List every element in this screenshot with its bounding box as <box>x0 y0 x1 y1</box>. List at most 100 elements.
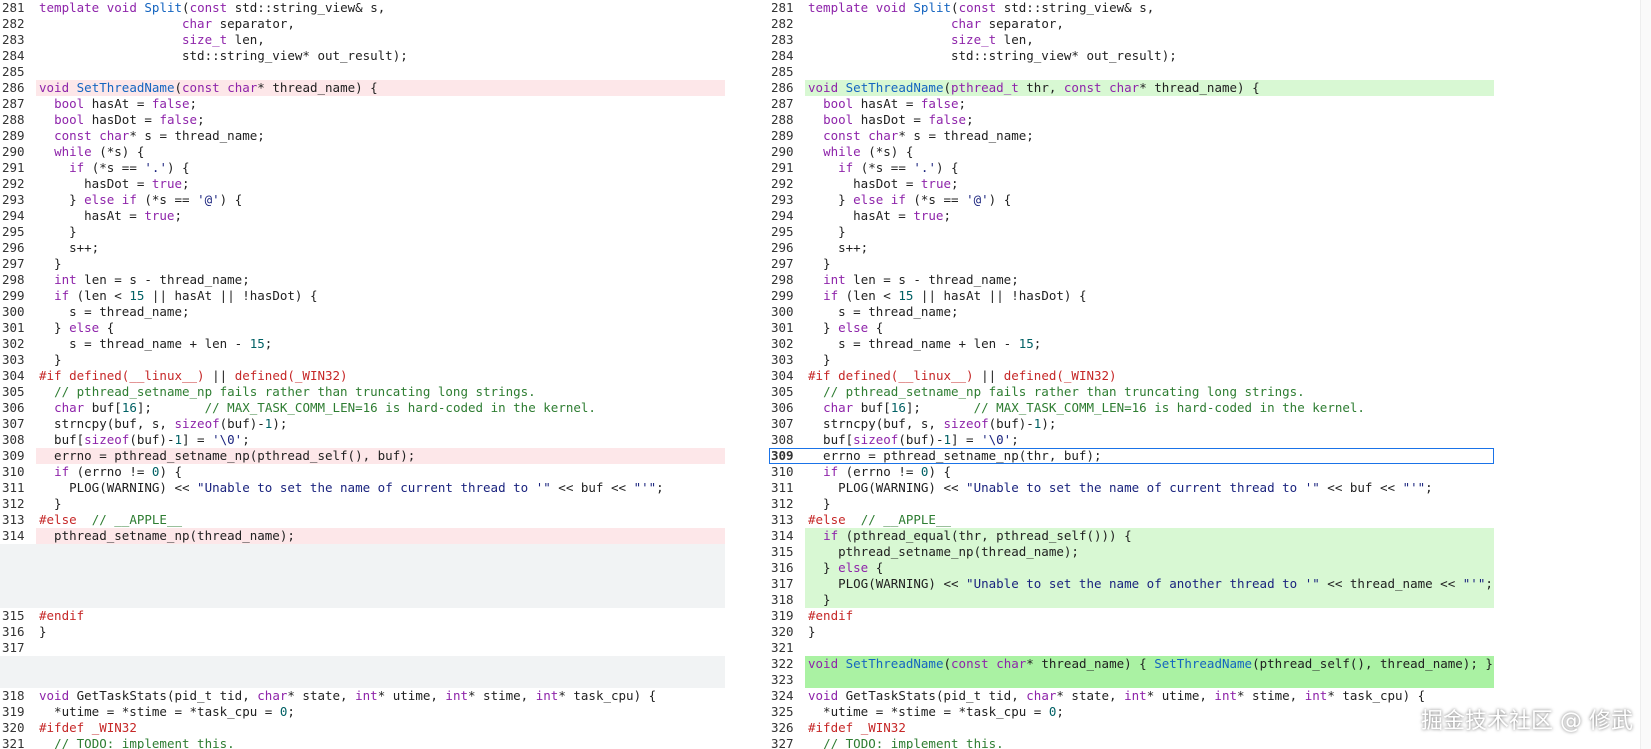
code-line[interactable]: 314 if (pthread_equal(thr, pthread_self(… <box>769 528 1494 544</box>
code-line[interactable]: 284 std::string_view* out_result); <box>769 48 1494 64</box>
code-line[interactable]: 295 } <box>0 224 725 240</box>
code-line[interactable]: 301 } else { <box>769 320 1494 336</box>
code-line[interactable]: 281 template void Split(const std::string… <box>769 0 1494 16</box>
code-line[interactable]: 312 } <box>769 496 1494 512</box>
code-line[interactable]: 302 s = thread_name + len - 15; <box>769 336 1494 352</box>
code-line[interactable]: 294 hasAt = true; <box>769 208 1494 224</box>
code-line[interactable]: 291 if (*s == '.') { <box>0 160 725 176</box>
code-line[interactable]: 309 errno = pthread_setname_np(thr, buf)… <box>769 448 1494 464</box>
code-line[interactable]: 317 <box>0 640 725 656</box>
code-line[interactable]: 321 <box>769 640 1494 656</box>
code-line[interactable]: 315 pthread_setname_np(thread_name); <box>769 544 1494 560</box>
code-line[interactable]: 282 char separator, <box>769 16 1494 32</box>
code-line[interactable]: 300 s = thread_name; <box>769 304 1494 320</box>
code-line[interactable]: 323 <box>769 672 1494 688</box>
code-line[interactable]: 290 while (*s) { <box>769 144 1494 160</box>
code-line[interactable]: 293 } else if (*s == '@') { <box>769 192 1494 208</box>
code-line[interactable]: 294 hasAt = true; <box>0 208 725 224</box>
line-number: 292 <box>771 176 794 191</box>
code-line[interactable]: 307 strncpy(buf, s, sizeof(buf)-1); <box>769 416 1494 432</box>
code-line[interactable]: 320} <box>769 624 1494 640</box>
code-line[interactable]: 310 if (errno != 0) { <box>769 464 1494 480</box>
code-line[interactable]: 285 <box>0 64 725 80</box>
code-line[interactable]: 306 char buf[16]; // MAX_TASK_COMM_LEN=1… <box>769 400 1494 416</box>
code-line[interactable]: 310 if (errno != 0) { <box>0 464 725 480</box>
code-line[interactable]: 295 } <box>769 224 1494 240</box>
code-line[interactable]: 322 void SetThreadName(const char* thread… <box>769 656 1494 672</box>
code-line[interactable]: 314 pthread_setname_np(thread_name); <box>0 528 725 544</box>
code-line[interactable]: 304 #if defined(__linux__) || defined(_WI… <box>769 368 1494 384</box>
code-line[interactable]: 319 #endif <box>769 608 1494 624</box>
code-line[interactable]: 303 } <box>0 352 725 368</box>
code-line[interactable]: 318 void GetTaskStats(pid_t tid, char* st… <box>0 688 725 704</box>
diff-right-pane[interactable]: 281 template void Split(const std::string… <box>769 0 1494 749</box>
code-line[interactable]: 309 errno = pthread_setname_np(pthread_s… <box>0 448 725 464</box>
code-line[interactable] <box>0 544 725 560</box>
code-line[interactable]: 319 *utime = *stime = *task_cpu = 0; <box>0 704 725 720</box>
code-line[interactable]: 303 } <box>769 352 1494 368</box>
code-line[interactable]: 318 } <box>769 592 1494 608</box>
code-line[interactable]: 281 template void Split(const std::string… <box>0 0 725 16</box>
code-line[interactable]: 288 bool hasDot = false; <box>769 112 1494 128</box>
code-line[interactable]: 308 buf[sizeof(buf)-1] = '\0'; <box>0 432 725 448</box>
code-line[interactable]: 311 PLOG(WARNING) << "Unable to set the … <box>0 480 725 496</box>
code-line[interactable]: 311 PLOG(WARNING) << "Unable to set the … <box>769 480 1494 496</box>
code-line[interactable]: 288 bool hasDot = false; <box>0 112 725 128</box>
code-line[interactable]: 324 void GetTaskStats(pid_t tid, char* st… <box>769 688 1494 704</box>
code-line[interactable]: 292 hasDot = true; <box>769 176 1494 192</box>
code-line[interactable]: 286 void SetThreadName(pthread_t thr, con… <box>769 80 1494 96</box>
code-line[interactable]: 289 const char* s = thread_name; <box>769 128 1494 144</box>
code-line[interactable]: 286 void SetThreadName(const char* thread… <box>0 80 725 96</box>
code-line[interactable]: 299 if (len < 15 || hasAt || !hasDot) { <box>769 288 1494 304</box>
code-line[interactable]: 320 #ifdef _WIN32 <box>0 720 725 736</box>
code-line[interactable] <box>0 656 725 672</box>
code-line[interactable]: 327 // TODO: implement this. <box>769 736 1494 749</box>
code-line[interactable]: 283 size_t len, <box>769 32 1494 48</box>
code-line[interactable]: 325 *utime = *stime = *task_cpu = 0; <box>769 704 1494 720</box>
code-line[interactable]: 291 if (*s == '.') { <box>769 160 1494 176</box>
code-line[interactable]: 317 PLOG(WARNING) << "Unable to set the … <box>769 576 1494 592</box>
scrollbar[interactable] <box>1640 0 1651 749</box>
code-line[interactable]: 305 // pthread_setname_np fails rather t… <box>769 384 1494 400</box>
code-line[interactable]: 296 s++; <box>769 240 1494 256</box>
code-line[interactable]: 316} <box>0 624 725 640</box>
code-line[interactable]: 300 s = thread_name; <box>0 304 725 320</box>
code-line[interactable]: 290 while (*s) { <box>0 144 725 160</box>
code-line[interactable]: 306 char buf[16]; // MAX_TASK_COMM_LEN=1… <box>0 400 725 416</box>
code-line[interactable]: 315 #endif <box>0 608 725 624</box>
code-line[interactable] <box>0 672 725 688</box>
code-line[interactable]: 287 bool hasAt = false; <box>769 96 1494 112</box>
code-line[interactable]: 284 std::string_view* out_result); <box>0 48 725 64</box>
code-line[interactable]: 312 } <box>0 496 725 512</box>
code-line[interactable]: 326 #ifdef _WIN32 <box>769 720 1494 736</box>
code-line[interactable]: 321 // TODO: implement this. <box>0 736 725 749</box>
code-line[interactable]: 292 hasDot = true; <box>0 176 725 192</box>
code-line[interactable]: 308 buf[sizeof(buf)-1] = '\0'; <box>769 432 1494 448</box>
line-code: #endif <box>808 608 854 623</box>
code-line[interactable]: 313 #else // __APPLE__ <box>769 512 1494 528</box>
code-line[interactable]: 293 } else if (*s == '@') { <box>0 192 725 208</box>
code-line[interactable]: 289 const char* s = thread_name; <box>0 128 725 144</box>
code-line[interactable]: 297 } <box>769 256 1494 272</box>
code-line[interactable] <box>0 560 725 576</box>
code-line[interactable]: 299 if (len < 15 || hasAt || !hasDot) { <box>0 288 725 304</box>
code-line[interactable]: 305 // pthread_setname_np fails rather t… <box>0 384 725 400</box>
code-line[interactable]: 301 } else { <box>0 320 725 336</box>
diff-left-pane[interactable]: 281 template void Split(const std::string… <box>0 0 725 749</box>
code-line[interactable]: 283 size_t len, <box>0 32 725 48</box>
code-line[interactable]: 313 #else // __APPLE__ <box>0 512 725 528</box>
code-line[interactable]: 287 bool hasAt = false; <box>0 96 725 112</box>
code-line[interactable]: 298 int len = s - thread_name; <box>769 272 1494 288</box>
code-line[interactable]: 285 <box>769 64 1494 80</box>
code-line[interactable]: 282 char separator, <box>0 16 725 32</box>
code-line[interactable]: 297 } <box>0 256 725 272</box>
code-line[interactable]: 304 #if defined(__linux__) || defined(_WI… <box>0 368 725 384</box>
code-line[interactable]: 296 s++; <box>0 240 725 256</box>
line-code: #else // __APPLE__ <box>39 512 183 527</box>
code-line[interactable]: 316 } else { <box>769 560 1494 576</box>
code-line[interactable]: 298 int len = s - thread_name; <box>0 272 725 288</box>
code-line[interactable]: 302 s = thread_name + len - 15; <box>0 336 725 352</box>
code-line[interactable]: 307 strncpy(buf, s, sizeof(buf)-1); <box>0 416 725 432</box>
code-line[interactable] <box>0 576 725 592</box>
code-line[interactable] <box>0 592 725 608</box>
